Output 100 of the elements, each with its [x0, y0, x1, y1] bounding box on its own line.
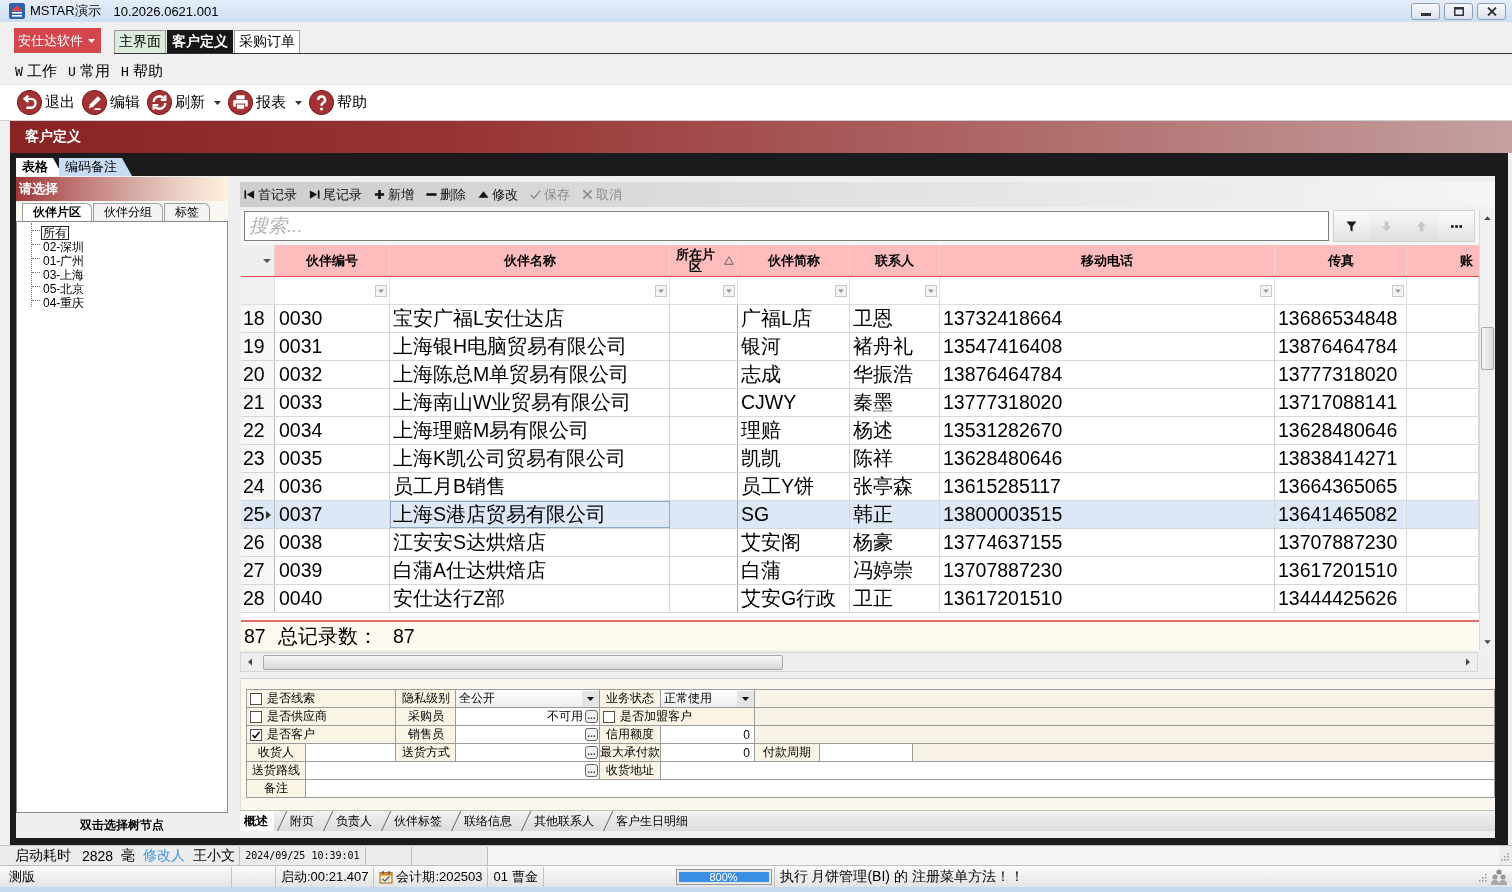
column-header[interactable]: 联系人 [850, 245, 940, 276]
scrollbar-thumb[interactable] [263, 654, 783, 670]
table-row[interactable]: 28 0040 安仕达行Z部 艾安G行政 卫正 13617201510 13444425626 [241, 585, 1479, 613]
table-cell: 上海南山W业贸易有限公司 [390, 389, 670, 416]
minimize-button[interactable] [1411, 2, 1440, 20]
menu-item[interactable]: H 帮助 [121, 61, 163, 81]
column-header[interactable]: 伙伴编号 [275, 245, 390, 276]
picker-tab[interactable]: 标签 [164, 203, 210, 221]
document-tab[interactable]: 主界面 [114, 30, 166, 53]
table-row[interactable]: 24 0036 员工月B销售 员工Y饼 张亭森 13615285117 13664365065 [241, 473, 1479, 501]
lookup-field[interactable] [456, 744, 600, 762]
table-row[interactable]: 23 0035 上海K凯公司贸易有限公司 凯凯 陈祥 13628480646 13838414271 [241, 445, 1479, 473]
dropdown-field[interactable]: 全公开 [456, 690, 600, 708]
detail-tab[interactable]: 负责人 [320, 811, 378, 831]
number-field[interactable]: 0 [661, 744, 755, 762]
lookup-field[interactable] [306, 762, 600, 780]
picker-tab[interactable]: 伙伴分组 [93, 203, 163, 221]
record-toolbar-button[interactable]: 修改 [476, 185, 520, 204]
ellipsis-button-icon[interactable] [585, 746, 598, 759]
status-message: 执行 月饼管理(BI) 的 注册菜单方法！！ [779, 867, 1024, 886]
resize-grip-icon [1499, 850, 1509, 861]
table-cell: 杨豪 [850, 529, 940, 556]
scrollbar-thumb[interactable] [1481, 327, 1494, 370]
record-toolbar-button[interactable]: 删除 [424, 185, 468, 204]
text-field[interactable] [306, 780, 1495, 798]
close-button[interactable] [1477, 2, 1506, 20]
table-cell: 银河 [738, 333, 850, 360]
toolbar-button[interactable]: 报表 [228, 88, 302, 117]
status-value: 2828 [82, 847, 114, 864]
checkbox[interactable] [250, 692, 262, 705]
checkbox[interactable] [603, 710, 615, 723]
menu-item[interactable]: U 常用 [68, 61, 110, 81]
table-row[interactable]: 19 0031 上海银H电脑贸易有限公司 银河 褚舟礼 13547416408 13876464784 [241, 333, 1479, 361]
vertical-scrollbar[interactable] [1479, 210, 1495, 650]
tree-item[interactable]: 04-重庆 [41, 296, 87, 310]
lookup-field[interactable] [456, 726, 600, 744]
text-field[interactable] [306, 744, 396, 762]
lookup-field[interactable]: 不可用 [456, 708, 600, 726]
column-header[interactable]: 伙伴简称 [738, 245, 850, 276]
modified-by-value: 王小文 [193, 846, 236, 865]
ellipsis-button-icon[interactable] [585, 710, 598, 723]
table-cell: 韩正 [850, 501, 940, 528]
document-tab[interactable]: 采购订单 [234, 30, 300, 53]
detail-tab[interactable]: 联络信息 [448, 811, 518, 831]
tree-item[interactable]: 01-广州 [41, 254, 87, 268]
record-toolbar-button[interactable]: 新增 [372, 185, 416, 204]
column-header[interactable]: 传真 [1275, 245, 1407, 276]
table-row[interactable]: 21 0033 上海南山W业贸易有限公司 CJWY 秦墨 13777318020 13717088141 [241, 389, 1479, 417]
checkbox[interactable] [250, 728, 262, 741]
table-cell: 0034 [275, 417, 390, 444]
number-field[interactable]: 0 [661, 726, 755, 744]
view-tab[interactable]: 编码备注 [59, 158, 132, 176]
horizontal-scrollbar[interactable] [240, 652, 1478, 672]
maximize-button[interactable] [1444, 2, 1473, 20]
more-button[interactable] [1439, 211, 1474, 241]
picker-tab[interactable]: 伙伴片区 [22, 203, 92, 221]
toolbar-button[interactable]: 刷新 [147, 88, 221, 117]
record-toolbar-button[interactable]: 尾记录 [307, 185, 364, 204]
row-number: 28 [243, 586, 265, 611]
filter-button[interactable] [1334, 211, 1369, 241]
toolbar-button[interactable]: 退出 [17, 88, 75, 117]
document-tab[interactable]: 客户定义 [167, 30, 233, 53]
tree-item[interactable]: 05-北京 [41, 282, 87, 296]
detail-tab[interactable]: 附页 [274, 811, 320, 831]
toolbar-button[interactable]: 帮助 [309, 88, 367, 117]
table-cell: 13707887230 [940, 557, 1275, 584]
text-field[interactable] [820, 744, 913, 762]
table-row[interactable]: 20 0032 上海陈总M单贸易有限公司 志成 华振浩 13876464784 13777318020 [241, 361, 1479, 389]
table-row[interactable]: 26 0038 江安安S达烘焙店 艾安阁 杨豪 13774637155 13707887230 [241, 529, 1479, 557]
tree-item[interactable]: 03-上海 [41, 268, 87, 282]
app-menu-button[interactable]: 安仕达软件 [14, 28, 101, 53]
detail-tab[interactable]: 伙伴标签 [378, 811, 448, 831]
checkbox[interactable] [250, 710, 262, 723]
dropdown-field[interactable]: 正常使用 [661, 690, 755, 708]
tree-item[interactable]: 所有 [41, 226, 69, 240]
detail-tab[interactable]: 概述 [240, 811, 274, 831]
column-header[interactable]: 伙伴名称 [390, 245, 670, 276]
text-field[interactable] [661, 762, 1495, 780]
ellipsis-button-icon[interactable] [585, 728, 598, 741]
toolbar-button[interactable]: 编辑 [82, 88, 140, 117]
table-row[interactable]: 22 0034 上海理赔M易有限公司 理赔 杨述 13531282670 13628480646 [241, 417, 1479, 445]
sort-ascending-icon [724, 256, 734, 265]
column-header[interactable]: 移动电话 [940, 245, 1275, 276]
menu-item[interactable]: W 工作 [15, 61, 57, 81]
detail-tab[interactable]: 客户生日明细 [600, 811, 694, 831]
record-total-label: 总记录数： [278, 624, 378, 647]
table-row[interactable]: 27 0039 白蒲A仕达烘焙店 白蒲 冯婷崇 13707887230 13617201510 [241, 557, 1479, 585]
table-row[interactable]: 18 0030 宝安广福L安仕达店 广福L店 卫恩 13732418664 13686534848 [241, 305, 1479, 333]
page-header: 客户定义 [10, 121, 1512, 153]
ellipsis-button-icon[interactable] [585, 764, 598, 777]
column-header[interactable]: 所在片区 [670, 245, 738, 276]
table-row[interactable]: 25 0037 上海S港店贸易有限公司 SG 韩正 13800003515 13641465082 [241, 501, 1479, 529]
record-toolbar-button[interactable]: 首记录 [242, 185, 299, 204]
search-field[interactable]: 搜索... [244, 211, 1329, 241]
table-cell: 理赔 [738, 417, 850, 444]
table-cell: 安仕达行Z部 [390, 585, 670, 612]
column-header[interactable]: 账 [1407, 245, 1479, 276]
tree-item[interactable]: 02-深圳 [41, 240, 87, 254]
detail-tab[interactable]: 其他联系人 [518, 811, 600, 831]
people-icon[interactable] [1490, 867, 1508, 886]
